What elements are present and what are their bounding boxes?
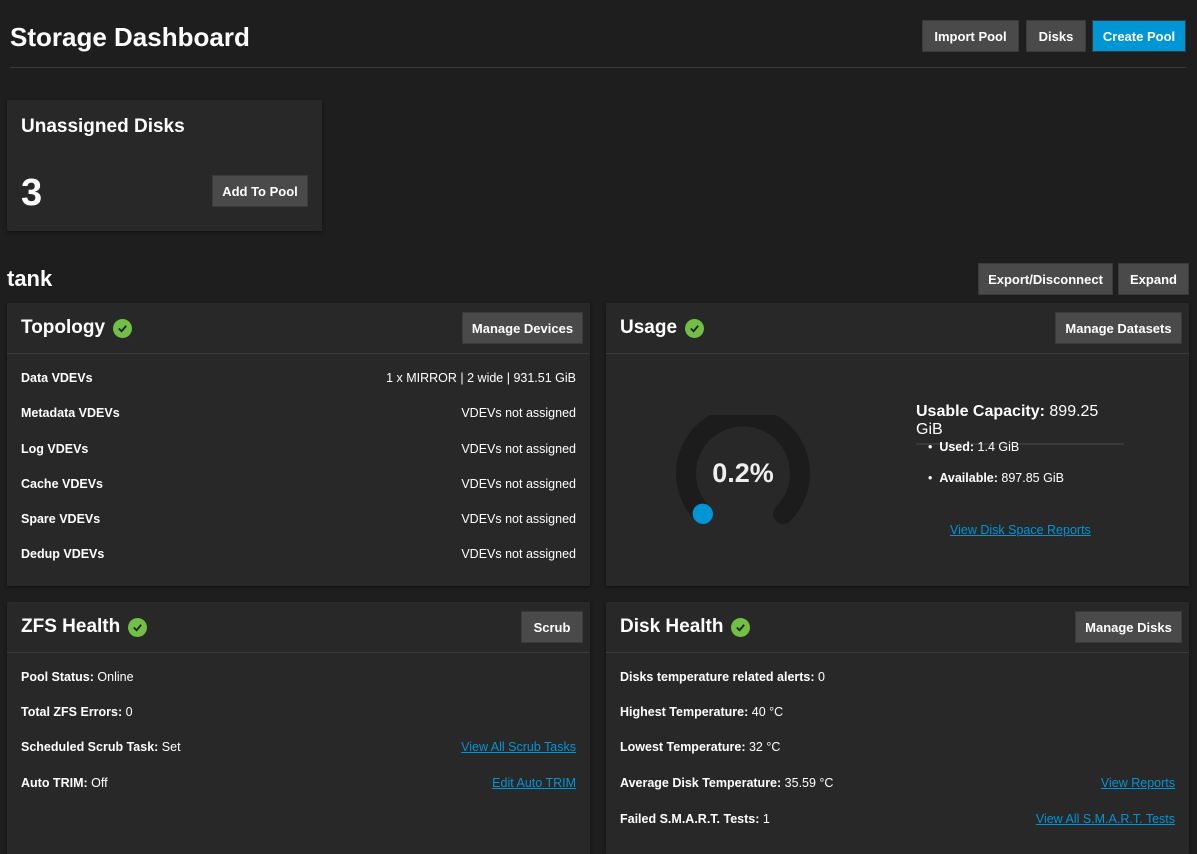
row-label: Data VDEVs [21, 371, 93, 385]
used-label: Used: [939, 440, 975, 454]
row-link[interactable]: View All S.M.A.R.T. Tests [1036, 812, 1175, 826]
row-label: Cache VDEVs [21, 477, 103, 491]
row-label-value: Disks temperature related alerts: 0 [620, 670, 825, 684]
info-row: Total ZFS Errors: 0 [21, 705, 576, 719]
row-value: VDEVs not assigned [461, 406, 576, 420]
manage-datasets-button[interactable]: Manage Datasets [1055, 312, 1182, 344]
check-icon [113, 318, 133, 338]
row-value: 1 [762, 812, 770, 826]
info-row: Lowest Temperature: 32 °C [620, 740, 1175, 754]
zfs-health-title: ZFS Health [21, 616, 121, 637]
info-row: Pool Status: Online [21, 670, 576, 684]
row-value: 32 °C [748, 740, 781, 754]
row-label-value: Highest Temperature: 40 °C [620, 705, 783, 719]
view-disk-space-reports-link[interactable]: View Disk Space Reports [950, 523, 1091, 537]
pool-name: tank [7, 266, 53, 291]
topology-title: Topology [21, 317, 106, 338]
page-title: Storage Dashboard [10, 22, 250, 52]
usable-capacity: Usable Capacity: 899.25 GiB [916, 403, 1124, 445]
row-label: Log VDEVs [21, 442, 89, 456]
row-label: Disks temperature related alerts: [620, 670, 815, 684]
row-value: 40 °C [751, 705, 784, 719]
info-row: Auto TRIM: Off Edit Auto TRIM [21, 776, 576, 790]
row-value: VDEVs not assigned [461, 547, 576, 561]
row-value: 35.59 °C [784, 776, 834, 790]
row-value: VDEVs not assigned [461, 477, 576, 491]
disk-health-title: Disk Health [620, 616, 724, 637]
check-icon [685, 318, 705, 338]
row-label-value: Pool Status: Online [21, 670, 134, 684]
row-label-value: Average Disk Temperature: 35.59 °C [620, 776, 833, 790]
row-value: 1 x MIRROR | 2 wide | 931.51 GiB [386, 371, 576, 385]
used-value: 1.4 GiB [977, 440, 1020, 454]
used-item: • Used: 1.4 GiB [928, 440, 1020, 454]
capacity-label: Usable Capacity: [916, 403, 1045, 420]
row-label-value: Scheduled Scrub Task: Set [21, 740, 181, 754]
info-row: Data VDEVs 1 x MIRROR | 2 wide | 931.51 G… [21, 371, 576, 385]
row-value: Set [161, 740, 181, 754]
zfs-health-card: ZFS Health Scrub Pool Status: Online Tota… [7, 602, 590, 854]
row-link[interactable]: Edit Auto TRIM [492, 776, 576, 790]
row-value: Off [91, 776, 108, 790]
info-row: Log VDEVs VDEVs not assigned [21, 442, 576, 456]
info-row: Disks temperature related alerts: 0 [620, 670, 1175, 684]
row-label: Scheduled Scrub Task: [21, 740, 159, 754]
info-row: Average Disk Temperature: 35.59 °C View R… [620, 776, 1175, 790]
info-row: Failed S.M.A.R.T. Tests: 1 View All S.M.A… [620, 812, 1175, 826]
export-disconnect-button[interactable]: Export/Disconnect [978, 263, 1113, 295]
create-pool-button[interactable]: Create Pool [1092, 20, 1186, 52]
info-row: Scheduled Scrub Task: Set View All Scrub … [21, 740, 576, 754]
row-label: Failed S.M.A.R.T. Tests: [620, 812, 760, 826]
add-to-pool-button[interactable]: Add To Pool [212, 175, 308, 207]
info-row: Cache VDEVs VDEVs not assigned [21, 477, 576, 491]
row-label: Pool Status: [21, 670, 94, 684]
row-value: VDEVs not assigned [461, 442, 576, 456]
manage-devices-button[interactable]: Manage Devices [462, 312, 583, 344]
topology-card: Topology Manage Devices Data VDEVs 1 x MI… [7, 303, 590, 586]
available-label: Available: [939, 471, 998, 485]
row-value: Online [97, 670, 134, 684]
expand-button[interactable]: Expand [1118, 263, 1189, 295]
check-icon [731, 617, 751, 637]
header-divider [10, 67, 1186, 68]
usage-card: Usage Manage Datasets 0.2% Usable Capaci… [606, 303, 1189, 586]
info-row: Metadata VDEVs VDEVs not assigned [21, 406, 576, 420]
info-row: Highest Temperature: 40 °C [620, 705, 1175, 719]
row-label: Dedup VDEVs [21, 547, 105, 561]
import-pool-button[interactable]: Import Pool [922, 20, 1019, 52]
row-label: Metadata VDEVs [21, 406, 120, 420]
disks-button[interactable]: Disks [1026, 20, 1086, 52]
row-value: VDEVs not assigned [461, 512, 576, 526]
disk-health-card: Disk Health Manage Disks Disks temperatu… [606, 602, 1189, 854]
usage-title: Usage [620, 317, 678, 338]
row-label: Average Disk Temperature: [620, 776, 782, 790]
row-value: 0 [818, 670, 825, 684]
usage-percent: 0.2% [712, 458, 774, 488]
row-label: Lowest Temperature: [620, 740, 746, 754]
row-label: Auto TRIM: [21, 776, 88, 790]
row-link[interactable]: View All Scrub Tasks [461, 740, 576, 754]
check-icon [128, 617, 148, 637]
row-label-value: Lowest Temperature: 32 °C [620, 740, 780, 754]
row-label-value: Auto TRIM: Off [21, 776, 108, 790]
available-item: • Available: 897.85 GiB [928, 471, 1064, 485]
scrub-button[interactable]: Scrub [521, 611, 583, 643]
row-label: Spare VDEVs [21, 512, 101, 526]
row-label: Highest Temperature: [620, 705, 749, 719]
unassigned-count: 3 [21, 172, 43, 214]
unassigned-title: Unassigned Disks [21, 116, 185, 137]
available-value: 897.85 GiB [1001, 471, 1064, 485]
row-label: Total ZFS Errors: [21, 705, 123, 719]
row-value: 0 [125, 705, 133, 719]
row-label-value: Total ZFS Errors: 0 [21, 705, 133, 719]
row-label-value: Failed S.M.A.R.T. Tests: 1 [620, 812, 770, 826]
manage-disks-button[interactable]: Manage Disks [1075, 611, 1182, 643]
row-link[interactable]: View Reports [1101, 776, 1175, 790]
info-row: Dedup VDEVs VDEVs not assigned [21, 547, 576, 561]
unassigned-disks-card: Unassigned Disks 3 Add To Pool [7, 100, 322, 231]
info-row: Spare VDEVs VDEVs not assigned [21, 512, 576, 526]
